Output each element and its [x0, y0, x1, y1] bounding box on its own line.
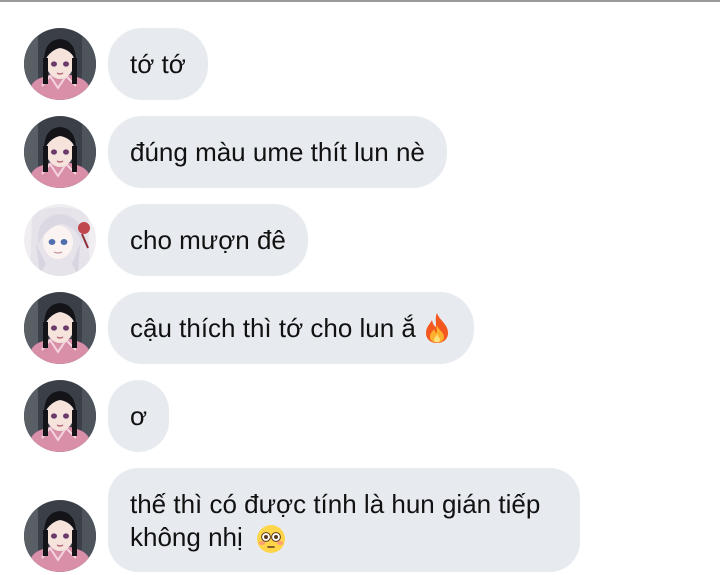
message-bubble[interactable]: tớ tớ: [108, 28, 208, 100]
avatar[interactable]: [24, 500, 96, 572]
message-bubble[interactable]: cho mượn đê: [108, 204, 308, 276]
avatar-image: [24, 116, 96, 188]
message-row: thế thì có được tính là hun gián tiếp kh…: [0, 467, 720, 573]
message-bubble[interactable]: thế thì có được tính là hun gián tiếp kh…: [108, 468, 580, 572]
message-text: cho mượn đê: [130, 225, 286, 255]
avatar[interactable]: [24, 116, 96, 188]
fire-emoji-icon: [425, 313, 448, 343]
avatar[interactable]: [24, 28, 96, 100]
message-text: đúng màu ume thít lun nè: [130, 137, 425, 167]
message-text: tớ tớ: [130, 49, 186, 79]
message-bubble[interactable]: cậu thích thì tớ cho lun ắ: [108, 292, 474, 364]
message-text: ơ: [130, 401, 148, 431]
top-divider: [0, 0, 720, 2]
avatar[interactable]: [24, 204, 96, 276]
avatar-image: [24, 28, 96, 100]
avatar[interactable]: [24, 380, 96, 452]
avatar[interactable]: [24, 292, 96, 364]
message-row: ơ: [0, 379, 720, 453]
message-bubble[interactable]: ơ: [108, 380, 170, 452]
flushed-face-emoji-icon: [257, 525, 285, 554]
avatar-image: [24, 380, 96, 452]
avatar-image: [24, 292, 96, 364]
message-bubble[interactable]: đúng màu ume thít lun nè: [108, 116, 447, 188]
message-text: cậu thích thì tớ cho lun ắ: [130, 313, 416, 343]
message-row: cho mượn đê: [0, 203, 720, 277]
message-row: tớ tớ: [0, 27, 720, 101]
avatar-image: [24, 204, 96, 276]
message-row: đúng màu ume thít lun nè: [0, 115, 720, 189]
message-row: cậu thích thì tớ cho lun ắ: [0, 291, 720, 365]
avatar-image: [24, 500, 96, 572]
message-text: thế thì có được tính là hun gián tiếp kh…: [130, 489, 541, 552]
